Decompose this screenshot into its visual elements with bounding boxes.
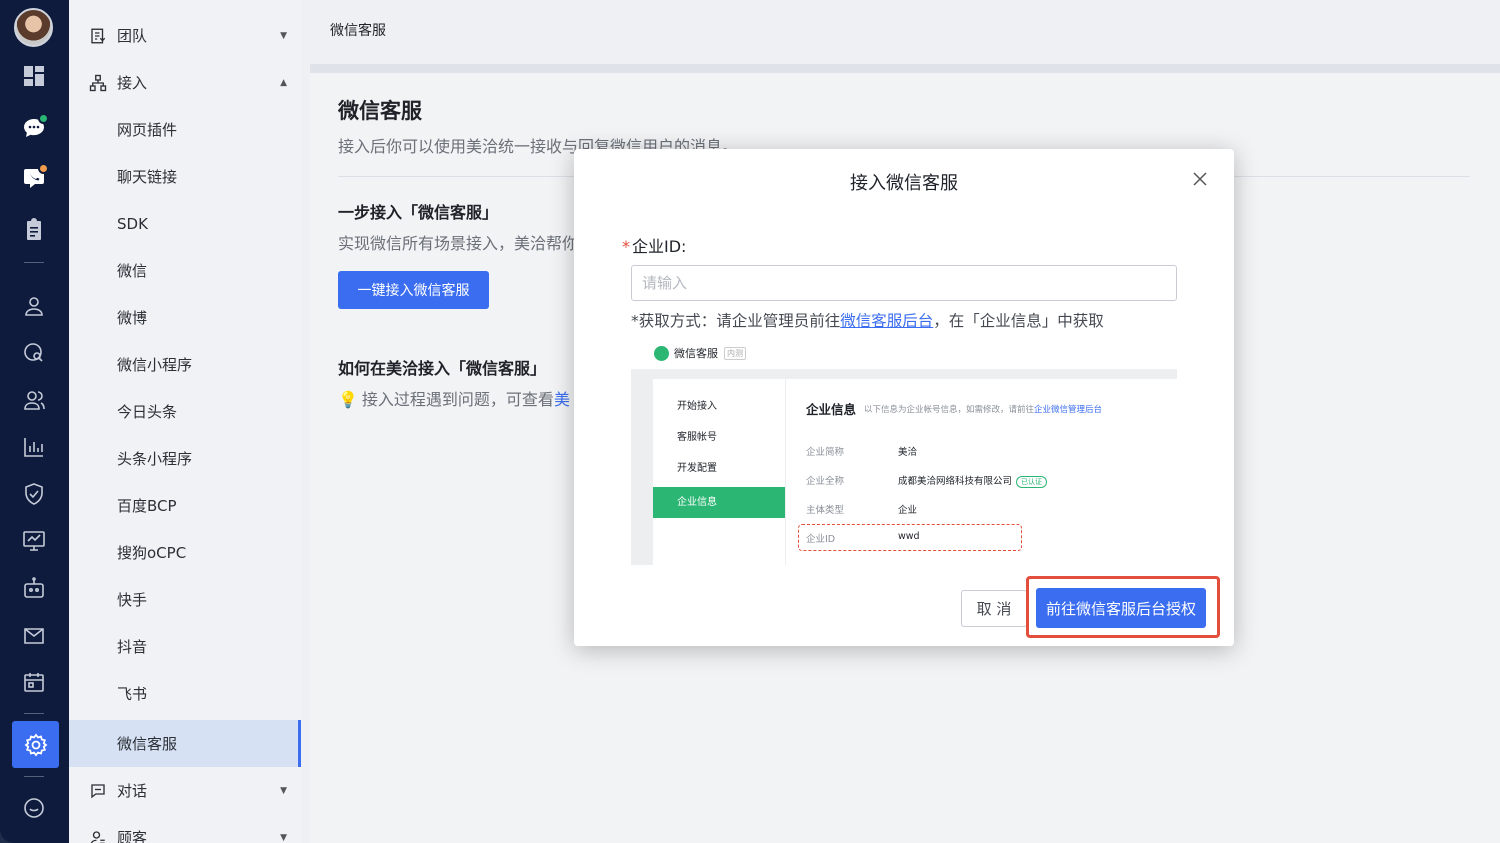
illustration-admin-link: 企业微信管理后台 [1034, 405, 1103, 415]
illustration-side-item: 开始接入 [677, 401, 717, 412]
illustration-row-value-text: 成都美洽网络科技有限公司 [898, 476, 1013, 487]
illustration-row-label: 企业ID [806, 534, 836, 545]
illustration-row-value: 企业 [898, 505, 918, 516]
illustration-info-subtitle-text: 以下信息为企业帐号信息，如需修改，请前往 [864, 405, 1035, 415]
required-mark: * [622, 237, 630, 256]
illustration-row-label: 主体类型 [806, 505, 845, 516]
hint-suffix: ，在「企业信息」中获取 [933, 312, 1104, 330]
illustration-row-value: 成都美洽网络科技有限公司 已认证 [898, 473, 1048, 488]
illustration-row-label: 企业全称 [806, 476, 845, 487]
cancel-button[interactable]: 取 消 [961, 590, 1027, 627]
illustration-info-title: 企业信息 [806, 402, 857, 417]
illustration-row-value: wwd [898, 531, 920, 542]
beta-tag: 内测 [724, 346, 746, 360]
wechat-cs-logo-icon [654, 345, 669, 361]
access-wechat-cs-modal: 接入微信客服 *企业ID: *获取方式：请企业管理员前往微信客服后台，在「企业信… [574, 149, 1234, 646]
modal-title: 接入微信客服 [850, 173, 958, 194]
corp-id-input[interactable] [631, 265, 1177, 301]
wechat-cs-admin-link[interactable]: 微信客服后台 [840, 312, 933, 330]
illustration-row-value: 美洽 [898, 447, 918, 458]
corp-id-label-text: 企业ID: [632, 237, 687, 256]
illustration-app-name: 微信客服 [674, 347, 718, 360]
hint-prefix: *获取方式：请企业管理员前往 [631, 312, 841, 330]
modal-overlay: 接入微信客服 *企业ID: *获取方式：请企业管理员前往微信客服后台，在「企业信… [0, 0, 1500, 843]
illustration-side-item: 客服帐号 [677, 432, 717, 443]
illustration-side-item: 开发配置 [677, 463, 717, 474]
illustration-header: 微信客服 内测 [654, 345, 746, 361]
hint-text: *获取方式：请企业管理员前往微信客服后台，在「企业信息」中获取 [631, 309, 1104, 331]
illustration-row-label: 企业简称 [806, 447, 845, 458]
illustration-info-subtitle: 以下信息为企业帐号信息，如需修改，请前往企业微信管理后台 [864, 403, 1102, 415]
illustration-info-panel: 企业信息 以下信息为企业帐号信息，如需修改，请前往企业微信管理后台 企业简称 美… [786, 379, 1177, 565]
illustration-screenshot: 开始接入 客服帐号 开发配置 企业信息 企业信息 以下信息为企业帐号信息，如需修… [631, 369, 1177, 565]
corp-id-label: * 企业ID: [622, 233, 686, 257]
authorize-button[interactable]: 前往微信客服后台授权 [1036, 588, 1206, 628]
illustration-sidebar: 开始接入 客服帐号 开发配置 企业信息 [653, 379, 785, 565]
verified-badge: 已认证 [1016, 476, 1048, 488]
close-icon[interactable] [1192, 171, 1208, 187]
illustration-side-item-selected: 企业信息 [653, 487, 785, 518]
